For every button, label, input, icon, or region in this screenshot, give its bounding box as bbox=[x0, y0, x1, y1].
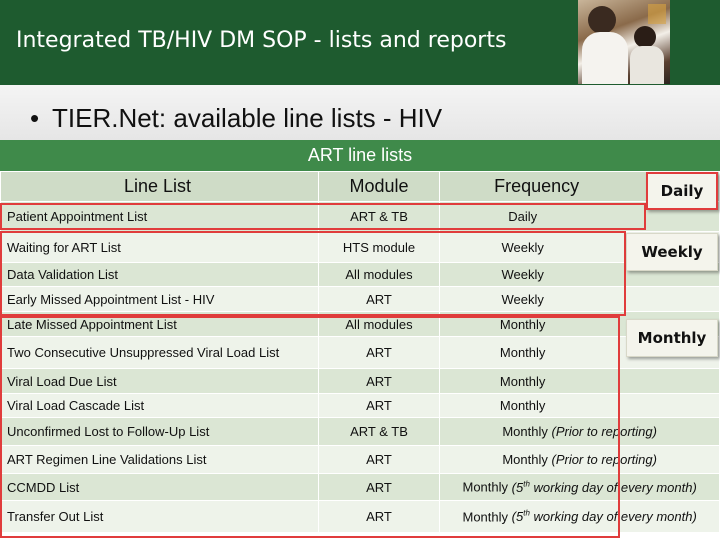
module-cell: All modules bbox=[317, 311, 441, 337]
frequency-value: Weekly bbox=[501, 267, 544, 282]
frequency-cell: Monthly (5th working day of every month) bbox=[439, 473, 720, 501]
table-row: Viral Load Due List ART Monthly bbox=[0, 368, 720, 394]
line-list-name: Early Missed Appointment List - HIV bbox=[0, 286, 319, 312]
header-bar: Integrated TB/HIV DM SOP - lists and rep… bbox=[0, 0, 720, 85]
line-list-name: Two Consecutive Unsuppressed Viral Load … bbox=[0, 336, 319, 369]
daily-callout: Daily bbox=[646, 172, 718, 210]
line-list-name: Data Validation List bbox=[0, 262, 319, 287]
frequency-cell: Monthly bbox=[439, 393, 720, 418]
frequency-cell: Weekly bbox=[439, 286, 720, 312]
line-list-name: Viral Load Due List bbox=[0, 368, 319, 394]
line-list-name: ART Regimen Line Validations List bbox=[0, 445, 319, 474]
frequency-value: Weekly bbox=[501, 291, 544, 307]
slide-title: Integrated TB/HIV DM SOP - lists and rep… bbox=[16, 28, 507, 53]
module-cell: ART bbox=[317, 368, 441, 394]
table-row: Viral Load Cascade List ART Monthly bbox=[0, 393, 720, 418]
bullet-heading: • TIER.Net: available line lists - HIV bbox=[30, 103, 442, 134]
header-photo bbox=[578, 0, 670, 84]
frequency-cell: Monthly (5th working day of every month) bbox=[439, 500, 720, 533]
module-cell: All modules bbox=[317, 262, 441, 287]
frequency-value: Monthly bbox=[502, 452, 548, 467]
frequency-value: Monthly bbox=[462, 509, 509, 525]
frequency-value: Monthly bbox=[499, 373, 546, 389]
module-cell: ART bbox=[317, 473, 441, 501]
module-cell: ART bbox=[317, 336, 441, 369]
table-row: Transfer Out List ART Monthly (5th working… bbox=[0, 500, 720, 533]
line-list-name: Unconfirmed Lost to Follow-Up List bbox=[0, 417, 319, 446]
frequency-cell: Monthly (Prior to reporting) bbox=[439, 417, 720, 446]
table-row: CCMDD List ART Monthly (5th working day of… bbox=[0, 473, 720, 501]
table-row: Early Missed Appointment List - HIV ART We… bbox=[0, 286, 720, 312]
module-cell: ART & TB bbox=[317, 201, 441, 232]
table-row: Late Missed Appointment List All modules M… bbox=[0, 311, 720, 337]
column-header-line-list: Line List bbox=[0, 171, 319, 202]
line-list-name: CCMDD List bbox=[0, 473, 319, 501]
table-row: Unconfirmed Lost to Follow-Up List ART & … bbox=[0, 417, 720, 446]
frequency-value: Monthly bbox=[499, 345, 546, 360]
column-header-module: Module bbox=[317, 171, 441, 202]
table-row: Waiting for ART List HTS module Weekly bbox=[0, 231, 720, 263]
module-cell: ART bbox=[317, 445, 441, 474]
weekly-callout: Weekly bbox=[626, 233, 718, 271]
module-cell: HTS module bbox=[317, 231, 441, 263]
frequency-value: Weekly bbox=[501, 239, 544, 255]
frequency-cell: Monthly (Prior to reporting) bbox=[439, 445, 720, 474]
module-cell: ART bbox=[317, 393, 441, 418]
module-cell: ART & TB bbox=[317, 417, 441, 446]
table-row: ART Regimen Line Validations List ART Mont… bbox=[0, 445, 720, 474]
bullet-text: TIER.Net: available line lists - HIV bbox=[52, 103, 443, 133]
bullet-icon: • bbox=[30, 103, 40, 133]
frequency-note: (Prior to reporting) bbox=[551, 424, 657, 439]
table-row: Patient Appointment List ART & TB Daily bbox=[0, 201, 720, 232]
monthly-callout: Monthly bbox=[626, 319, 718, 357]
line-list-name: Patient Appointment List bbox=[0, 201, 319, 232]
line-list-table: Line List Module Frequency Patient Appoi… bbox=[0, 171, 720, 533]
frequency-value: Daily bbox=[508, 209, 538, 224]
line-list-name: Viral Load Cascade List bbox=[0, 393, 319, 418]
frequency-note: (Prior to reporting) bbox=[551, 452, 657, 467]
table-row: Two Consecutive Unsuppressed Viral Load … bbox=[0, 336, 720, 369]
module-cell: ART bbox=[317, 286, 441, 312]
line-list-name: Waiting for ART List bbox=[0, 231, 319, 263]
table-header-row: Line List Module Frequency bbox=[0, 171, 720, 202]
frequency-value: Monthly bbox=[499, 316, 546, 332]
table-title: ART line lists bbox=[0, 140, 720, 171]
table-row: Data Validation List All modules Weekly bbox=[0, 262, 720, 287]
frequency-note: (5th working day of every month) bbox=[511, 508, 697, 525]
line-list-name: Transfer Out List bbox=[0, 500, 319, 533]
line-list-name: Late Missed Appointment List bbox=[0, 311, 319, 337]
frequency-note: (5th working day of every month) bbox=[511, 479, 697, 495]
module-cell: ART bbox=[317, 500, 441, 533]
frequency-value: Monthly bbox=[502, 424, 548, 439]
frequency-value: Monthly bbox=[499, 398, 546, 413]
frequency-cell: Monthly bbox=[439, 368, 720, 394]
frequency-value: Monthly bbox=[462, 479, 509, 495]
